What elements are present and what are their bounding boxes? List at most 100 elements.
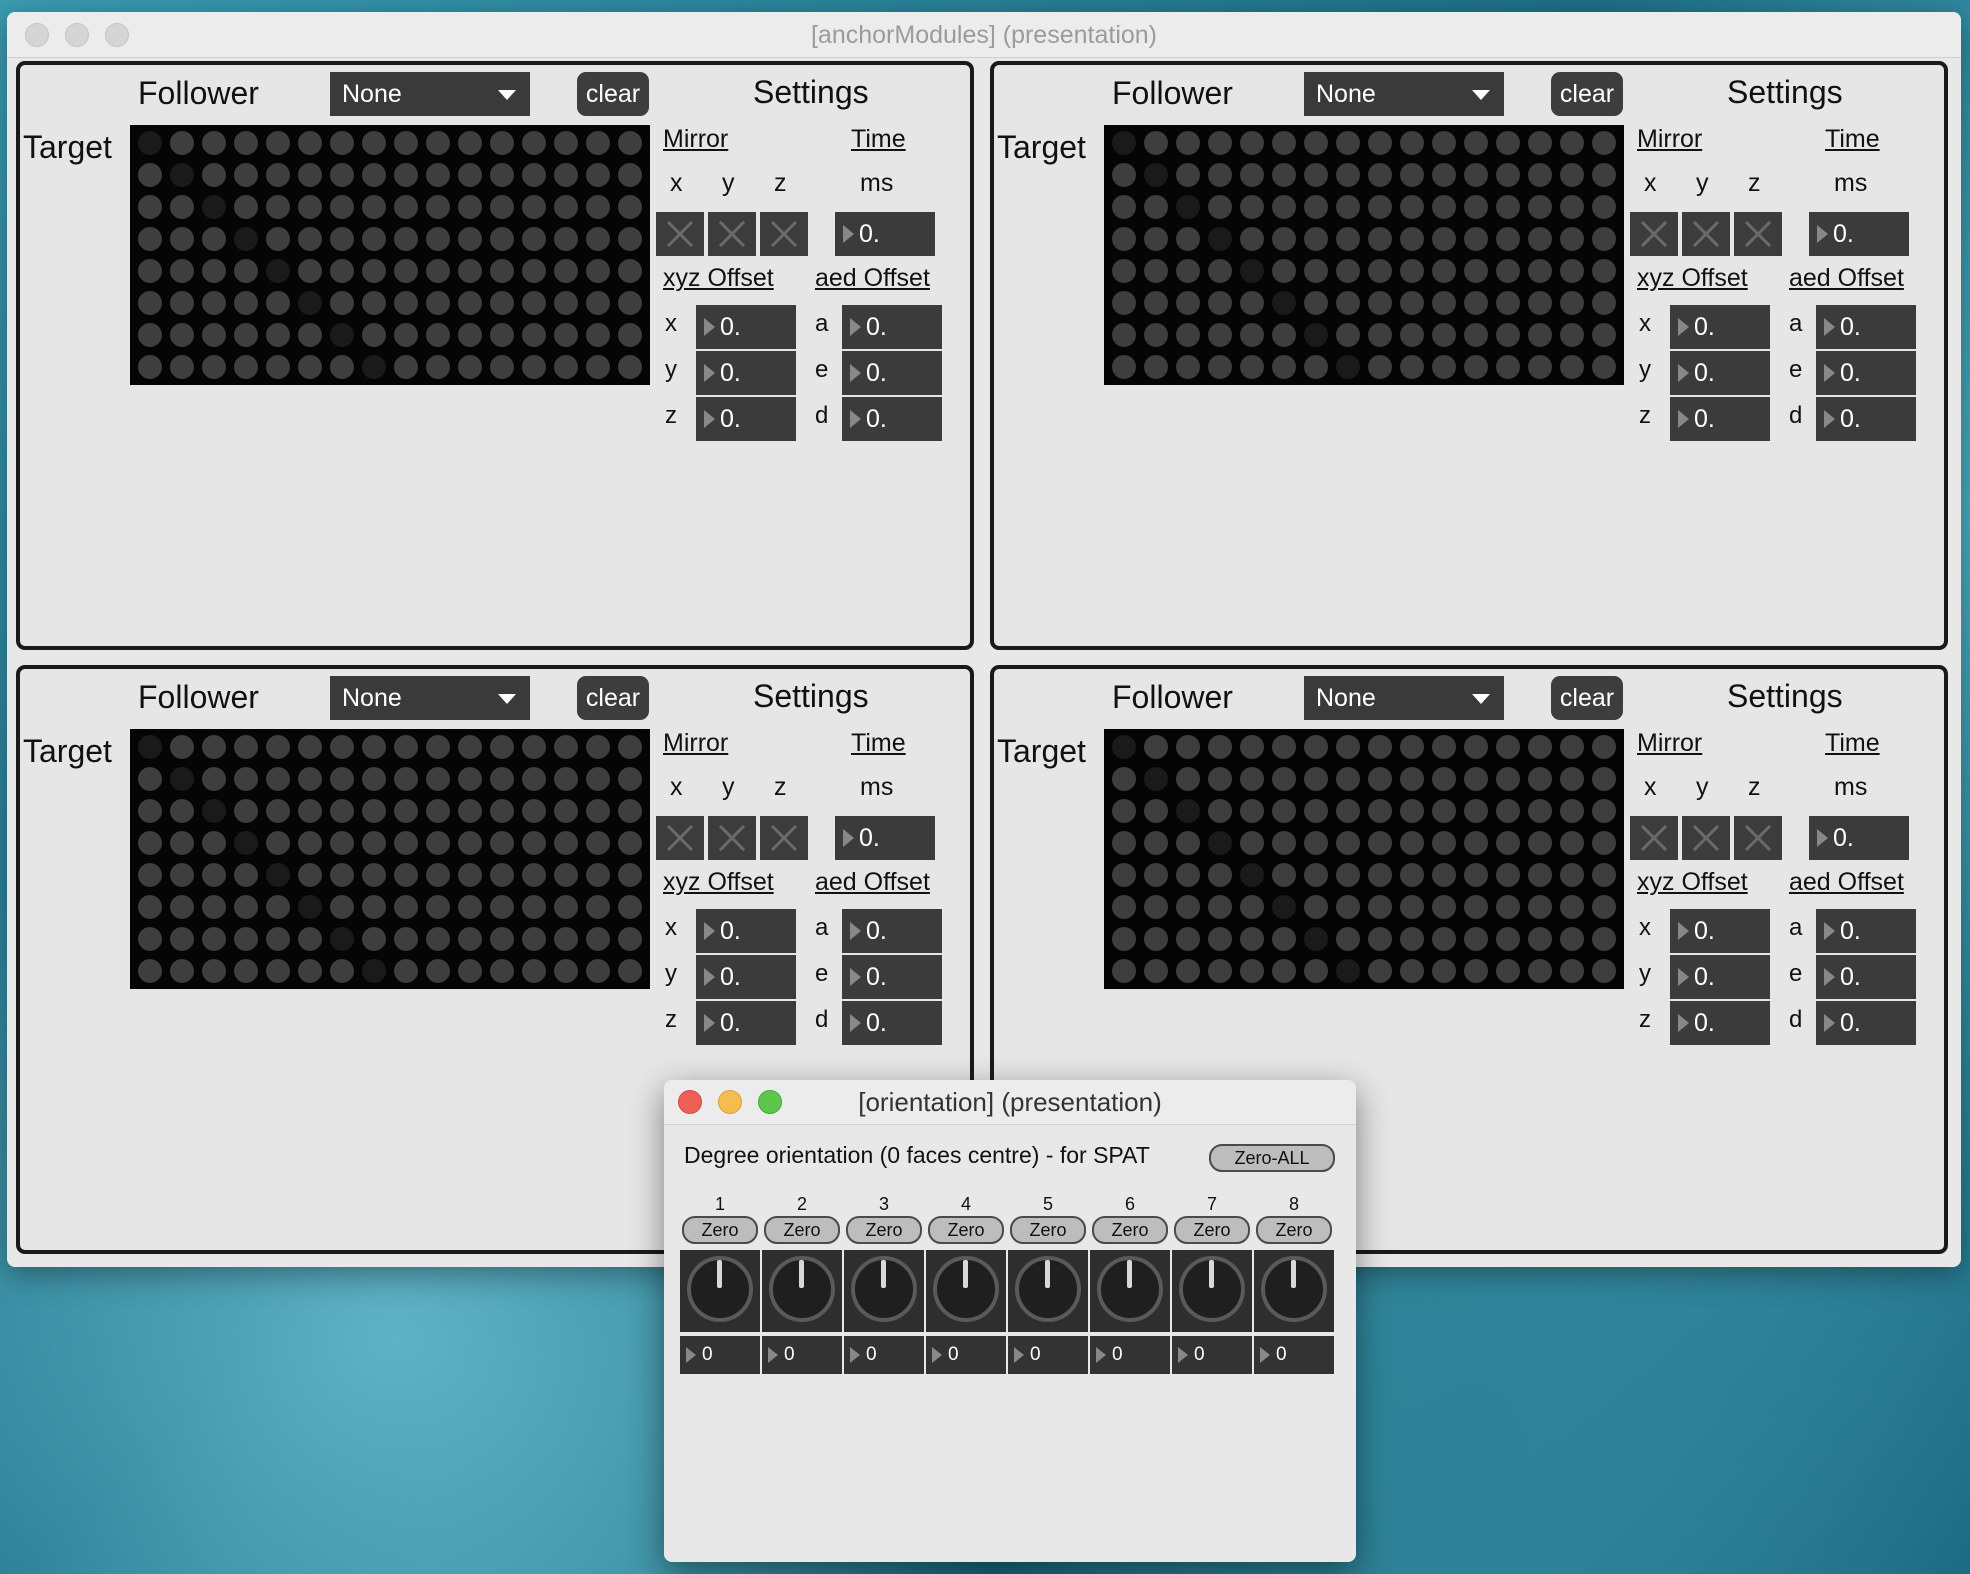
matrix-cell[interactable] [1268, 859, 1300, 891]
time-ms-input[interactable]: 0. [835, 212, 935, 256]
matrix-cell[interactable] [550, 859, 582, 891]
matrix-cell[interactable] [1236, 955, 1268, 987]
matrix-cell[interactable] [358, 955, 390, 987]
offset-x-input[interactable]: 0. [696, 909, 796, 953]
matrix-cell[interactable] [1236, 159, 1268, 191]
matrix-cell[interactable] [1428, 795, 1460, 827]
matrix-cell[interactable] [1204, 859, 1236, 891]
matrix-cell[interactable] [550, 827, 582, 859]
matrix-cell[interactable] [1364, 891, 1396, 923]
offset-z-input[interactable]: 0. [1670, 397, 1770, 441]
matrix-cell[interactable] [1268, 255, 1300, 287]
matrix-cell[interactable] [1460, 795, 1492, 827]
matrix-cell[interactable] [614, 955, 646, 987]
matrix-cell[interactable] [1364, 159, 1396, 191]
matrix-cell[interactable] [294, 955, 326, 987]
matrix-cell[interactable] [1428, 763, 1460, 795]
matrix-cell[interactable] [1524, 731, 1556, 763]
matrix-cell[interactable] [1460, 763, 1492, 795]
mirror-y-toggle[interactable] [1682, 212, 1730, 256]
matrix-cell[interactable] [1524, 159, 1556, 191]
matrix-cell[interactable] [326, 827, 358, 859]
matrix-cell[interactable] [1588, 191, 1620, 223]
matrix-cell[interactable] [326, 731, 358, 763]
matrix-cell[interactable] [1236, 127, 1268, 159]
matrix-cell[interactable] [614, 795, 646, 827]
matrix-cell[interactable] [454, 923, 486, 955]
matrix-cell[interactable] [1300, 827, 1332, 859]
matrix-cell[interactable] [1204, 255, 1236, 287]
offset-e-input[interactable]: 0. [842, 351, 942, 395]
matrix-cell[interactable] [454, 319, 486, 351]
matrix-cell[interactable] [1172, 159, 1204, 191]
matrix-cell[interactable] [1108, 955, 1140, 987]
matrix-cell[interactable] [326, 159, 358, 191]
orientation-value-4[interactable]: 0 [926, 1336, 1006, 1374]
close-icon[interactable] [678, 1090, 702, 1114]
matrix-cell[interactable] [262, 255, 294, 287]
matrix-cell[interactable] [1364, 827, 1396, 859]
matrix-cell[interactable] [1364, 319, 1396, 351]
matrix-cell[interactable] [614, 319, 646, 351]
matrix-cell[interactable] [262, 891, 294, 923]
matrix-cell[interactable] [1588, 923, 1620, 955]
matrix-cell[interactable] [614, 859, 646, 891]
matrix-cell[interactable] [1236, 319, 1268, 351]
matrix-cell[interactable] [1524, 319, 1556, 351]
matrix-cell[interactable] [294, 191, 326, 223]
matrix-cell[interactable] [166, 287, 198, 319]
matrix-cell[interactable] [166, 891, 198, 923]
matrix-cell[interactable] [1460, 827, 1492, 859]
matrix-cell[interactable] [1428, 319, 1460, 351]
matrix-cell[interactable] [582, 223, 614, 255]
orientation-dial-6[interactable] [1090, 1250, 1170, 1332]
matrix-cell[interactable] [1364, 127, 1396, 159]
matrix-cell[interactable] [1300, 891, 1332, 923]
matrix-cell[interactable] [1396, 955, 1428, 987]
matrix-cell[interactable] [198, 287, 230, 319]
matrix-cell[interactable] [486, 351, 518, 383]
matrix-cell[interactable] [1268, 763, 1300, 795]
offset-z-input[interactable]: 0. [1670, 1001, 1770, 1045]
matrix-cell[interactable] [1172, 923, 1204, 955]
matrix-cell[interactable] [550, 891, 582, 923]
matrix-cell[interactable] [454, 287, 486, 319]
mirror-y-toggle[interactable] [708, 212, 756, 256]
matrix-cell[interactable] [518, 159, 550, 191]
matrix-cell[interactable] [1524, 859, 1556, 891]
matrix-cell[interactable] [486, 795, 518, 827]
offset-y-input[interactable]: 0. [1670, 351, 1770, 395]
matrix-cell[interactable] [454, 351, 486, 383]
matrix-cell[interactable] [518, 191, 550, 223]
matrix-cell[interactable] [1364, 255, 1396, 287]
matrix-cell[interactable] [198, 731, 230, 763]
matrix-cell[interactable] [1140, 955, 1172, 987]
mirror-y-toggle[interactable] [708, 816, 756, 860]
matrix-cell[interactable] [1396, 923, 1428, 955]
matrix-cell[interactable] [582, 319, 614, 351]
matrix-cell[interactable] [198, 191, 230, 223]
matrix-cell[interactable] [1140, 255, 1172, 287]
matrix-cell[interactable] [518, 923, 550, 955]
matrix-cell[interactable] [550, 255, 582, 287]
matrix-cell[interactable] [166, 223, 198, 255]
matrix-cell[interactable] [1588, 827, 1620, 859]
matrix-cell[interactable] [294, 923, 326, 955]
matrix-cell[interactable] [1428, 827, 1460, 859]
offset-x-input[interactable]: 0. [1670, 909, 1770, 953]
matrix-cell[interactable] [518, 127, 550, 159]
matrix-cell[interactable] [1332, 223, 1364, 255]
matrix-cell[interactable] [518, 955, 550, 987]
matrix-cell[interactable] [1588, 319, 1620, 351]
zero-button-6[interactable]: Zero [1092, 1216, 1168, 1244]
matrix-cell[interactable] [518, 287, 550, 319]
matrix-cell[interactable] [1108, 923, 1140, 955]
matrix-cell[interactable] [230, 287, 262, 319]
matrix-cell[interactable] [390, 763, 422, 795]
matrix-cell[interactable] [1108, 159, 1140, 191]
matrix-cell[interactable] [1364, 763, 1396, 795]
matrix-cell[interactable] [358, 287, 390, 319]
matrix-cell[interactable] [1524, 955, 1556, 987]
matrix-cell[interactable] [134, 127, 166, 159]
time-ms-input[interactable]: 0. [835, 816, 935, 860]
